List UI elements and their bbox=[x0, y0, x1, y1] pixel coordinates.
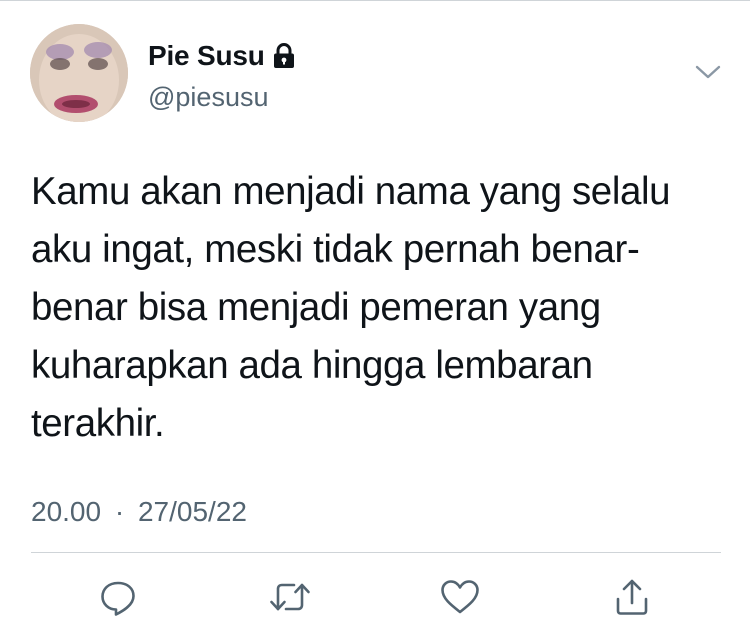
tweet-date: 27/05/22 bbox=[137, 496, 247, 527]
tweet-time: 20.00 bbox=[31, 496, 102, 527]
user-handle[interactable]: @piesusu bbox=[148, 82, 268, 113]
chevron-down-icon[interactable] bbox=[694, 62, 722, 82]
avatar-image bbox=[30, 24, 128, 122]
tweet-text-line: Kamu akan menjadi nama yang selalu bbox=[31, 170, 671, 213]
display-name[interactable]: Pie Susu bbox=[148, 40, 265, 72]
tweet-actions bbox=[0, 574, 750, 624]
share-button[interactable] bbox=[609, 574, 655, 620]
reply-button[interactable] bbox=[95, 574, 141, 620]
tweet-text-line: terakhir. bbox=[31, 402, 165, 445]
actions-divider bbox=[31, 552, 721, 553]
avatar[interactable] bbox=[30, 24, 128, 122]
heart-icon bbox=[441, 580, 479, 614]
tweet-text-line: aku ingat, meski tidak pernah benar- bbox=[31, 228, 640, 271]
tweet-text-line: benar bisa menjadi pemeran yang bbox=[31, 286, 601, 329]
meta-separator: · bbox=[114, 496, 125, 527]
share-icon bbox=[616, 579, 648, 615]
reply-icon bbox=[101, 581, 135, 616]
tweet-text-line: kuharapkan ada hingga lembaran bbox=[31, 344, 593, 387]
retweet-button[interactable] bbox=[267, 574, 313, 620]
retweet-icon bbox=[270, 583, 310, 611]
lock-icon bbox=[273, 43, 294, 68]
tweet-timestamp[interactable]: 20.00 · 27/05/22 bbox=[31, 496, 247, 528]
top-divider bbox=[0, 0, 750, 1]
author-name-row[interactable]: Pie Susu bbox=[148, 40, 295, 72]
tweet-text: Kamu akan menjadi nama yang selalu aku i… bbox=[31, 163, 721, 453]
like-button[interactable] bbox=[437, 574, 483, 620]
